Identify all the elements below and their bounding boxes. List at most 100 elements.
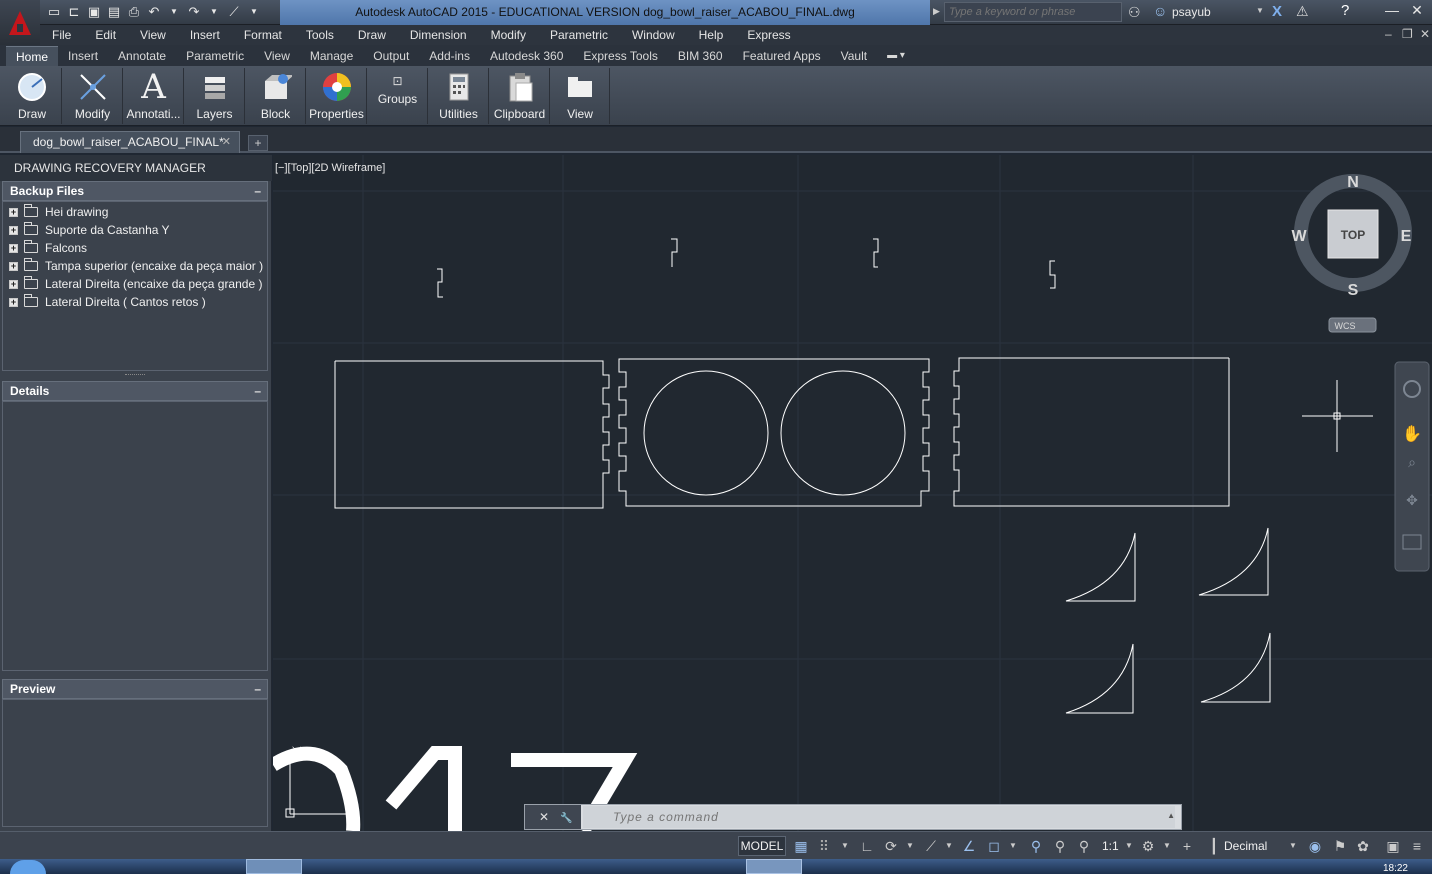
panel-annotation[interactable]: A Annotati...: [124, 67, 184, 124]
panel-view[interactable]: View: [551, 68, 610, 124]
user-icon[interactable]: ☺: [1153, 3, 1167, 19]
grid-icon[interactable]: ▦: [792, 837, 810, 855]
tab-vault[interactable]: Vault: [831, 46, 877, 66]
workspace-gear-icon[interactable]: ⚙: [1139, 837, 1157, 855]
snap-dropdown-icon[interactable]: ▼: [836, 837, 854, 855]
menu-express[interactable]: Express: [735, 25, 802, 45]
polar-dropdown-icon[interactable]: ▼: [901, 837, 919, 855]
close-command-line-icon[interactable]: ✕: [539, 810, 549, 824]
new-tab-button[interactable]: +: [248, 135, 268, 151]
backup-file-item[interactable]: + Hei drawing: [9, 203, 108, 221]
quick-properties-icon[interactable]: ◉: [1306, 837, 1324, 855]
customize-icon[interactable]: 🔧: [560, 813, 572, 824]
menu-dimension[interactable]: Dimension: [398, 25, 479, 45]
ortho-icon[interactable]: ∟: [858, 837, 876, 855]
backup-file-item[interactable]: + Lateral Direita ( Cantos retos ): [9, 293, 206, 311]
command-history-icon[interactable]: ▲: [1167, 811, 1175, 820]
expand-icon[interactable]: +: [9, 261, 18, 271]
binoculars-icon[interactable]: ⚇: [1128, 4, 1141, 21]
backup-file-item[interactable]: + Tampa superior (encaixe da peça maior ): [9, 257, 263, 275]
backup-file-item[interactable]: + Falcons: [9, 239, 87, 257]
doc-close-button[interactable]: ✕: [1420, 27, 1430, 41]
viewport-controls-label[interactable]: [−][Top][2D Wireframe]: [275, 162, 385, 174]
tab-add-ins[interactable]: Add-ins: [419, 46, 480, 66]
isodraft-dropdown-icon[interactable]: ▼: [940, 837, 958, 855]
collapse-icon[interactable]: –: [254, 382, 261, 400]
units-dropdown-icon[interactable]: ▼: [1284, 837, 1302, 855]
isolate-objects-icon[interactable]: ✿: [1354, 837, 1372, 855]
units-selector[interactable]: Decimal: [1224, 839, 1267, 853]
tab-autodesk-360[interactable]: Autodesk 360: [480, 46, 573, 66]
qat-dropdown-icon[interactable]: ▼: [246, 4, 262, 20]
menu-help[interactable]: Help: [687, 25, 736, 45]
undo-icon[interactable]: ↶: [146, 4, 162, 20]
redo-dropdown-icon[interactable]: ▼: [206, 4, 222, 20]
collapse-icon[interactable]: –: [254, 182, 261, 200]
document-tab[interactable]: dog_bowl_raiser_ACABOU_FINAL* ✕: [20, 131, 240, 153]
minimize-button[interactable]: —: [1378, 0, 1406, 22]
menu-window[interactable]: Window: [620, 25, 687, 45]
workspace-dropdown-icon[interactable]: ▼: [1158, 837, 1176, 855]
splitter-grip[interactable]: [125, 374, 145, 377]
tab-featured-apps[interactable]: Featured Apps: [733, 46, 831, 66]
navigation-bar[interactable]: ✋ ⌕ ✥: [1394, 361, 1430, 572]
user-name[interactable]: psayub: [1172, 5, 1211, 19]
tab-express-tools[interactable]: Express Tools: [573, 46, 667, 66]
menu-view[interactable]: View: [128, 25, 178, 45]
expand-icon[interactable]: +: [9, 297, 18, 307]
tab-view[interactable]: View: [254, 46, 300, 66]
scale-dropdown-icon[interactable]: ▼: [1120, 837, 1138, 855]
drawing-canvas[interactable]: ⤫ × TOP N S E W WCS ✋ ⌕ ✥: [273, 155, 1432, 831]
panel-modify[interactable]: Modify: [63, 68, 123, 124]
application-menu-button[interactable]: [0, 0, 40, 45]
tab-parametric[interactable]: Parametric: [176, 46, 254, 66]
undo-dropdown-icon[interactable]: ▼: [166, 4, 182, 20]
search-expand-icon[interactable]: ▶: [933, 6, 940, 17]
menu-parametric[interactable]: Parametric: [538, 25, 620, 45]
snap-icon[interactable]: ⠿: [815, 837, 833, 855]
user-dropdown-icon[interactable]: ▼: [1256, 6, 1264, 15]
save-as-icon[interactable]: ▤: [106, 4, 122, 20]
expand-icon[interactable]: +: [9, 225, 18, 235]
preview-header[interactable]: Preview –: [2, 679, 268, 699]
doc-minimize-button[interactable]: –: [1385, 27, 1392, 41]
backup-file-item[interactable]: + Suporte da Castanha Y: [9, 221, 170, 239]
drawing-svg[interactable]: ⤫ × TOP N S E W WCS ✋ ⌕ ✥: [273, 155, 1432, 831]
redo-icon[interactable]: ↷: [186, 4, 202, 20]
tab-manage[interactable]: Manage: [300, 46, 363, 66]
object-snap-icon[interactable]: ◻: [985, 837, 1003, 855]
polar-tracking-icon[interactable]: ⟳: [882, 837, 900, 855]
panel-block[interactable]: Block: [246, 68, 306, 124]
expand-icon[interactable]: +: [9, 279, 18, 289]
ribbon-display-toggle-icon[interactable]: ▬ ▾: [877, 46, 915, 66]
taskbar-autocad-icon[interactable]: [746, 859, 802, 874]
object-snap-tracking-icon[interactable]: ∠: [960, 837, 978, 855]
clean-screen-icon[interactable]: ▣: [1384, 837, 1402, 855]
command-input[interactable]: [583, 806, 1175, 828]
menu-tools[interactable]: Tools: [294, 25, 346, 45]
print-icon[interactable]: ⎙: [126, 4, 142, 20]
customize-status-bar-icon[interactable]: ≡: [1408, 837, 1426, 855]
isodraft-icon[interactable]: ⟋: [922, 837, 940, 855]
annotation-scale-value[interactable]: 1:1: [1102, 839, 1119, 853]
menu-file[interactable]: File: [40, 25, 83, 45]
open-file-icon[interactable]: ⊏: [66, 4, 82, 20]
menu-format[interactable]: Format: [232, 25, 294, 45]
annotation-visibility-icon[interactable]: ⚲: [1027, 837, 1045, 855]
save-icon[interactable]: ▣: [86, 4, 102, 20]
tab-bim-360[interactable]: BIM 360: [668, 46, 733, 66]
backup-files-header[interactable]: Backup Files –: [2, 181, 268, 201]
expand-icon[interactable]: +: [9, 207, 18, 217]
menu-edit[interactable]: Edit: [83, 25, 128, 45]
menu-insert[interactable]: Insert: [178, 25, 232, 45]
collapse-icon[interactable]: –: [254, 680, 261, 698]
backup-file-item[interactable]: + Lateral Direita (encaixe da peça grande…: [9, 275, 262, 293]
expand-icon[interactable]: +: [9, 243, 18, 253]
tab-output[interactable]: Output: [363, 46, 419, 66]
match-properties-icon[interactable]: ⟋: [226, 4, 242, 20]
auto-scale-icon[interactable]: ⚲: [1051, 837, 1069, 855]
new-file-icon[interactable]: ▭: [46, 4, 62, 20]
object-snap-dropdown-icon[interactable]: ▼: [1004, 837, 1022, 855]
model-space-button[interactable]: MODEL: [738, 836, 786, 856]
exchange-apps-icon[interactable]: X: [1272, 3, 1282, 20]
